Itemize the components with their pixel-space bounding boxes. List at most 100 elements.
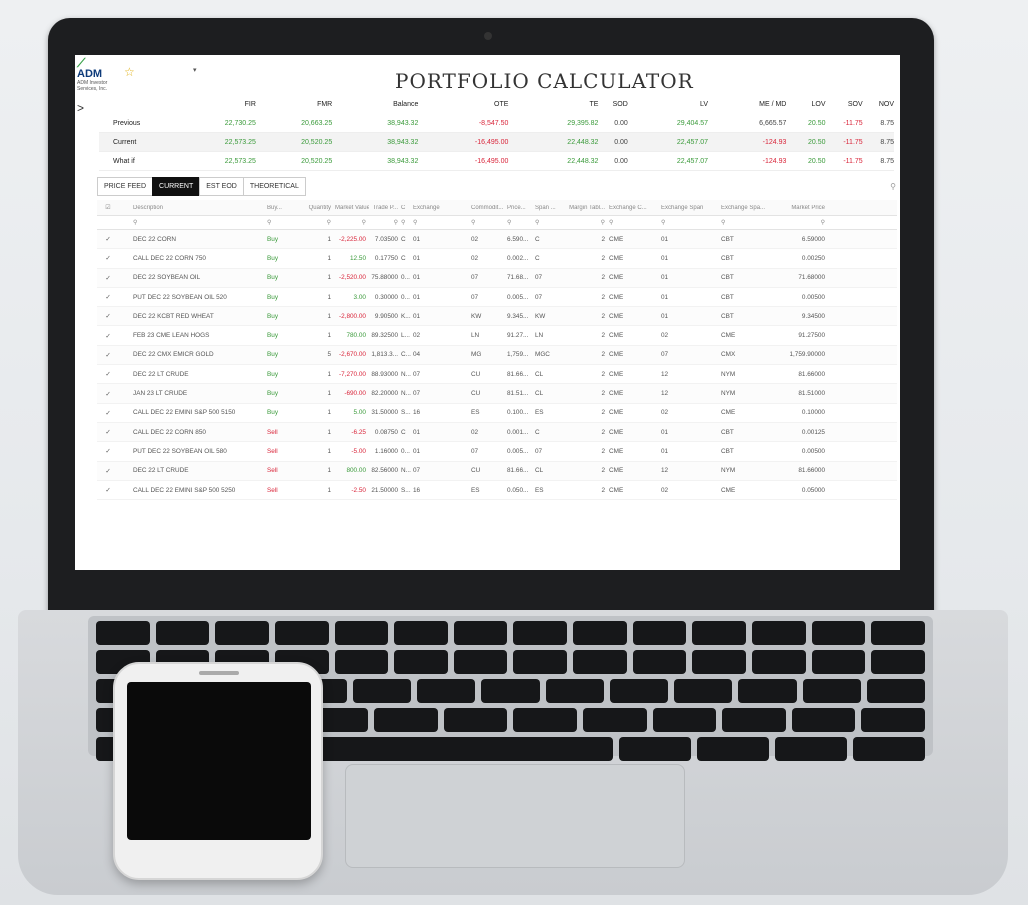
summary-cell: 38,943.32 — [387, 119, 419, 127]
column-header-7[interactable]: Commodit... — [471, 205, 507, 211]
table-row[interactable]: ✓ DEC 22 SOYBEAN OIL Buy 1 -2,520.00 75.88000… — [97, 268, 897, 288]
filter-search-icon[interactable]: ⚲ — [471, 219, 507, 226]
table-row[interactable]: ✓ JAN 23 LT CRUDE Buy 1 -690.00 82.20000 N... 0… — [97, 384, 897, 404]
filter-search-icon[interactable]: ⚲ — [119, 219, 267, 226]
cell-sp: 07 — [535, 447, 543, 455]
cell-ec: CME — [609, 332, 624, 340]
row-checkbox[interactable]: ✓ — [97, 370, 119, 378]
filter-search-icon[interactable]: ⚲ — [609, 219, 661, 226]
summary-cell: 22,448.32 — [567, 157, 599, 165]
cell-ex: 01 — [413, 254, 421, 262]
cell-c: 0... — [401, 293, 410, 301]
column-header-12[interactable]: Exchange Span — [661, 205, 721, 211]
filter-search-icon[interactable]: ⚲ — [413, 219, 471, 226]
row-checkbox[interactable]: ✓ — [97, 312, 119, 320]
cell-side: Buy — [267, 254, 279, 262]
filter-search-icon[interactable]: ⚲ — [369, 219, 401, 226]
row-checkbox[interactable]: ✓ — [97, 390, 119, 398]
column-header-8[interactable]: Price... — [507, 205, 535, 211]
column-header-14[interactable]: Market Price — [773, 205, 825, 211]
table-row[interactable]: ✓ DEC 22 CMX EMICR GOLD Buy 5 -2,670.00 1,813… — [97, 345, 897, 366]
row-checkbox[interactable]: ✓ — [97, 467, 119, 475]
filter-search-icon[interactable]: ⚲ — [305, 219, 335, 226]
select-all-checkbox[interactable]: ☑ — [97, 204, 119, 211]
row-checkbox[interactable]: ✓ — [97, 254, 119, 262]
cell-c: N... — [401, 467, 411, 475]
filter-search-icon[interactable]: ⚲ — [401, 219, 413, 226]
column-header-3[interactable]: Market Value — [335, 205, 369, 211]
row-checkbox[interactable]: ✓ — [97, 332, 119, 340]
table-row[interactable]: ✓ DEC 22 CORN Buy 1 -2,225.00 7.03500 C 01 02 6.5… — [97, 230, 897, 250]
app-screen: ⟋ ADM ADM Investor Services, Inc. ☆ ▾ PO… — [75, 55, 900, 570]
summary-cell: -11.75 — [843, 138, 863, 146]
cell-es: 01 — [661, 312, 669, 320]
row-checkbox[interactable]: ✓ — [97, 293, 119, 301]
table-row[interactable]: ✓ DEC 22 LT CRUDE Sell 1 800.00 82.56000 N... 0… — [97, 461, 897, 481]
row-checkbox[interactable]: ✓ — [97, 235, 119, 243]
cell-c: C — [401, 235, 406, 243]
trackpad — [345, 764, 685, 868]
summary-row-label: What if — [113, 157, 135, 165]
table-row[interactable]: ✓ CALL DEC 22 CORN 850 Sell 1 -6.25 0.08750 C 0… — [97, 422, 897, 443]
row-checkbox[interactable]: ✓ — [97, 447, 119, 455]
filter-search-icon[interactable]: ⚲ — [661, 219, 721, 226]
filter-search-icon[interactable]: ⚲ — [267, 219, 305, 226]
favorites-dropdown-icon[interactable]: ▾ — [193, 66, 197, 74]
column-header-4[interactable]: Trade P... — [369, 205, 401, 211]
cell-c: C — [401, 428, 406, 436]
summary-header-10: NOV — [878, 101, 894, 108]
cell-es: 07 — [661, 351, 669, 359]
column-header-9[interactable]: Span ... — [535, 205, 565, 211]
cell-desc: CALL DEC 22 EMINI S&P 500 5250 — [133, 486, 236, 494]
tab-current[interactable]: CURRENT — [152, 177, 201, 196]
table-row[interactable]: ✓ CALL DEC 22 EMINI S&P 500 5250 Sell 1 -2.5… — [97, 481, 897, 501]
cell-ex: 07 — [413, 467, 421, 475]
cell-sp: C — [535, 428, 540, 436]
column-header-0[interactable]: Description — [119, 205, 267, 211]
filter-search-icon[interactable]: ⚲ — [773, 219, 825, 226]
column-header-1[interactable]: Buy... — [267, 205, 305, 211]
table-row[interactable]: ✓ CALL DEC 22 CORN 750 Buy 1 12.50 0.17750 C 01… — [97, 249, 897, 269]
cell-com: 02 — [471, 254, 479, 262]
row-checkbox[interactable]: ✓ — [97, 351, 119, 359]
cell-mp: 6.59000 — [801, 235, 825, 243]
summary-cell: 38,943.32 — [387, 138, 419, 146]
tab-est-eod[interactable]: EST EOD — [199, 177, 244, 196]
row-checkbox[interactable]: ✓ — [97, 428, 119, 436]
summary-cell: 8.75 — [880, 157, 894, 165]
column-header-2[interactable]: Quantity — [305, 205, 335, 211]
sidebar-toggle-icon[interactable]: > — [77, 101, 84, 115]
filter-search-icon[interactable]: ⚲ — [721, 219, 773, 226]
filter-search-icon[interactable]: ⚲ — [335, 219, 369, 226]
table-row[interactable]: ✓ PUT DEC 22 SOYBEAN OIL 520 Buy 1 3.00 0.300… — [97, 288, 897, 308]
filter-search-icon[interactable]: ⚲ — [535, 219, 565, 226]
cell-qty: 1 — [327, 486, 331, 494]
row-checkbox[interactable]: ✓ — [97, 409, 119, 417]
tab-price-feed[interactable]: PRICE FEED — [97, 177, 154, 196]
cell-sp: C — [535, 235, 540, 243]
cell-qty: 1 — [327, 312, 331, 320]
filter-search-icon[interactable]: ⚲ — [507, 219, 535, 226]
table-row[interactable]: ✓ PUT DEC 22 SOYBEAN OIL 580 Sell 1 -5.00 1.1… — [97, 442, 897, 462]
cell-com: CU — [471, 370, 481, 378]
row-checkbox[interactable]: ✓ — [97, 274, 119, 282]
table-row[interactable]: ✓ CALL DEC 22 EMINI S&P 500 5150 Buy 1 5.00 3… — [97, 404, 897, 423]
table-row[interactable]: ✓ FEB 23 CME LEAN HOGS Buy 1 780.00 89.32500 L… — [97, 326, 897, 346]
tab-theoretical[interactable]: THEORETICAL — [242, 177, 306, 196]
cell-mt: 2 — [601, 370, 605, 378]
row-checkbox[interactable]: ✓ — [97, 486, 119, 494]
column-header-11[interactable]: Exchange C... — [609, 205, 661, 211]
table-row[interactable]: ✓ DEC 22 KCBT RED WHEAT Buy 1 -2,800.00 9.905… — [97, 307, 897, 327]
summary-cell: 0.00 — [614, 157, 628, 165]
column-header-13[interactable]: Exchange Spa... — [721, 205, 773, 211]
table-row[interactable]: ✓ DEC 22 LT CRUDE Buy 1 -7,270.00 88.93000 N..… — [97, 365, 897, 385]
cell-desc: FEB 23 CME LEAN HOGS — [133, 332, 210, 340]
cell-sp: C — [535, 254, 540, 262]
filter-search-icon[interactable]: ⚲ — [565, 219, 609, 226]
star-icon[interactable]: ☆ — [124, 65, 135, 79]
column-header-6[interactable]: Exchange — [413, 205, 471, 211]
search-icon[interactable]: ⚲ — [890, 182, 896, 191]
cell-qty: 1 — [327, 274, 331, 282]
column-header-5[interactable]: C — [401, 205, 413, 211]
column-header-10[interactable]: Margin Tabl... — [565, 205, 609, 211]
